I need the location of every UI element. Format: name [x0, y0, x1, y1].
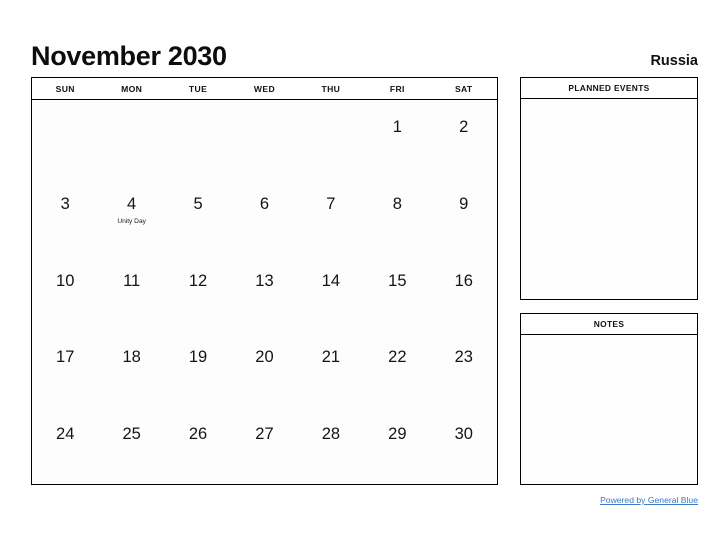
day-cell[interactable]: 29 — [364, 407, 430, 484]
day-number: 4 — [127, 194, 137, 213]
day-cell[interactable]: 22 — [364, 330, 430, 407]
day-number: 6 — [259, 194, 270, 213]
day-cell[interactable]: 19 — [165, 330, 231, 407]
day-number: 27 — [255, 425, 274, 444]
day-cell-empty — [231, 100, 297, 177]
calendar-week-row: 10 11 12 13 14 15 16 — [32, 254, 497, 331]
calendar-weeks: 1 2 3 4 Unity Day 5 6 7 8 9 10 11 12 13 14 15 16 17 18 19 20… — [32, 100, 497, 484]
day-cell[interactable]: 8 — [364, 177, 430, 254]
day-number: 23 — [454, 348, 473, 367]
day-cell[interactable]: 24 — [32, 407, 98, 484]
day-cell[interactable]: 13 — [231, 254, 297, 331]
planned-events-title: PLANNED EVENTS — [521, 78, 697, 99]
day-number: 10 — [56, 271, 75, 290]
day-cell-empty — [165, 100, 231, 177]
notes-title: NOTES — [521, 314, 697, 335]
calendar-page: November 2030 Russia SUN MON TUE WED THU FRI S… — [0, 0, 712, 550]
day-number: 26 — [188, 425, 208, 444]
day-cell-empty — [98, 100, 164, 177]
weekday-label: SAT — [454, 83, 473, 94]
day-cell[interactable]: 25 — [98, 407, 164, 484]
day-cell[interactable]: 2 — [431, 100, 497, 177]
day-cell[interactable]: 20 — [231, 330, 297, 407]
day-cell[interactable]: 23 — [431, 330, 497, 407]
day-number: 25 — [122, 425, 141, 444]
day-number: 24 — [56, 425, 75, 444]
weekday-label: FRI — [389, 83, 405, 94]
day-event-label: Unity Day — [117, 218, 146, 226]
region-label: Russia — [650, 52, 698, 69]
calendar-week-row: 24 25 26 27 28 29 30 — [32, 407, 497, 484]
day-number: 28 — [321, 425, 341, 444]
day-number: 11 — [123, 271, 141, 290]
weekday-label: TUE — [188, 83, 208, 94]
footer: Powered by General Blue — [31, 496, 698, 505]
day-number: 1 — [392, 118, 402, 136]
calendar-week-row: 12 — [32, 100, 497, 177]
day-number: 3 — [60, 194, 70, 213]
day-number: 9 — [459, 194, 469, 213]
weekday-label: THU — [321, 83, 341, 94]
day-cell[interactable]: 27 — [231, 407, 297, 484]
day-cell[interactable]: 15 — [364, 254, 430, 331]
day-number: 7 — [326, 194, 336, 213]
day-number: 15 — [388, 271, 407, 290]
day-number: 12 — [188, 271, 208, 290]
planned-events-panel[interactable]: PLANNED EVENTS — [520, 77, 698, 300]
day-number: 21 — [321, 348, 341, 367]
page-header: November 2030 Russia — [31, 30, 698, 70]
day-cell[interactable]: 16 — [431, 254, 497, 331]
day-number: 2 — [459, 118, 469, 136]
powered-by-link[interactable]: Powered by General Blue — [600, 495, 698, 505]
day-number: 19 — [188, 348, 208, 367]
day-cell[interactable]: 10 — [32, 254, 98, 331]
day-cell[interactable]: 17 — [32, 330, 98, 407]
day-number: 5 — [193, 194, 203, 213]
day-cell[interactable]: 11 — [98, 254, 164, 331]
day-cell[interactable]: 26 — [165, 407, 231, 484]
day-number: 14 — [321, 271, 341, 290]
weekday-header-row: SUN MON TUE WED THU FRI SAT — [32, 78, 497, 100]
day-cell[interactable]: 9 — [431, 177, 497, 254]
day-number: 18 — [122, 348, 141, 367]
day-cell[interactable]: 30 — [431, 407, 497, 484]
page-title: November 2030 — [31, 41, 227, 71]
day-number: 16 — [454, 271, 473, 290]
day-cell-empty — [298, 100, 364, 177]
day-cell[interactable]: 3 — [32, 177, 98, 254]
day-number: 13 — [255, 271, 274, 290]
notes-body[interactable] — [521, 335, 697, 484]
month-calendar-grid: SUN MON TUE WED THU FRI SAT 1 2 3 4 Unity Day 5 6 7 8 9… — [31, 77, 498, 485]
day-number: 22 — [388, 348, 407, 367]
day-number: 30 — [454, 425, 473, 444]
notes-panel[interactable]: NOTES — [520, 313, 698, 485]
day-cell[interactable]: 1 — [364, 100, 430, 177]
day-number: 17 — [56, 348, 75, 367]
day-cell[interactable]: 21 — [298, 330, 364, 407]
day-cell[interactable]: 18 — [98, 330, 164, 407]
day-number: 20 — [255, 348, 274, 367]
weekday-label: WED — [253, 83, 276, 94]
weekday-label: MON — [121, 83, 143, 94]
day-number: 29 — [388, 425, 407, 444]
calendar-week-row: 17 18 19 20 21 22 23 — [32, 330, 497, 407]
day-cell[interactable]: 28 — [298, 407, 364, 484]
weekday-label: SUN — [55, 83, 75, 94]
day-cell[interactable]: 14 — [298, 254, 364, 331]
day-cell-empty — [32, 100, 98, 177]
day-cell[interactable]: 5 — [165, 177, 231, 254]
day-cell[interactable]: 4 Unity Day — [98, 177, 164, 254]
calendar-week-row: 3 4 Unity Day 5 6 7 8 9 — [32, 177, 497, 254]
planned-events-body[interactable] — [521, 99, 697, 299]
day-cell[interactable]: 12 — [165, 254, 231, 331]
day-cell[interactable]: 7 — [298, 177, 364, 254]
day-cell[interactable]: 6 — [231, 177, 297, 254]
day-number: 8 — [392, 194, 402, 213]
